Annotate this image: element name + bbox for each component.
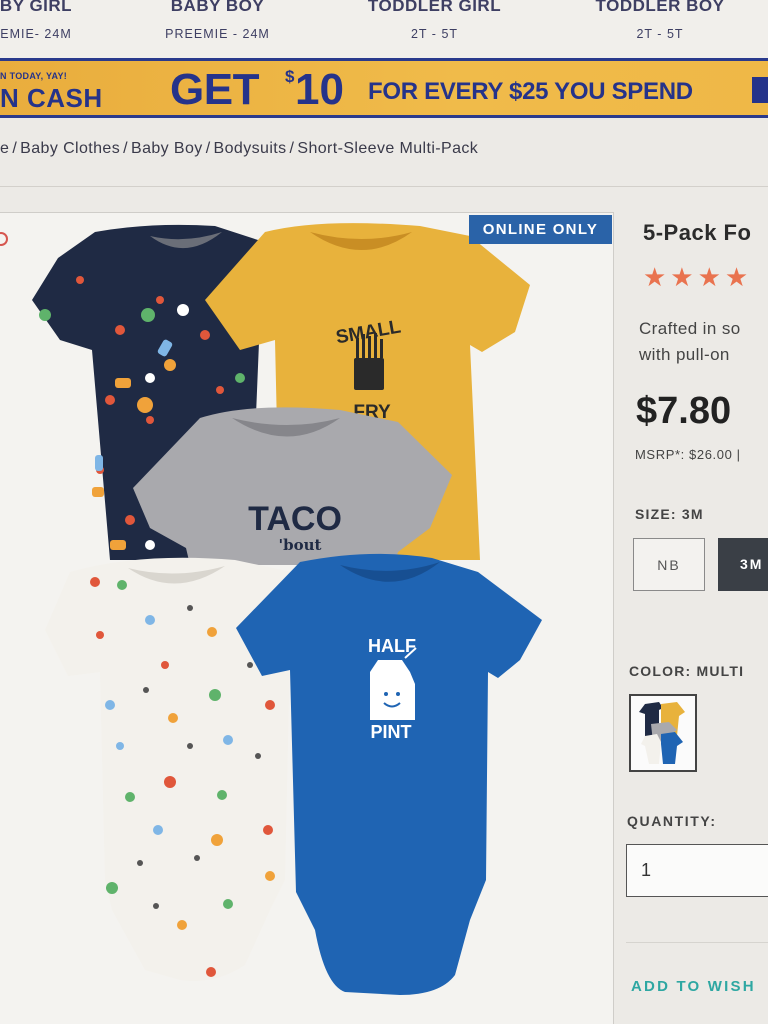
breadcrumb-separator: / [289, 140, 295, 157]
half-pint-text-bottom: PINT [370, 722, 411, 742]
breadcrumb-separator: / [123, 140, 128, 157]
promo-earn-text: N TODAY, YAY! [0, 71, 68, 81]
nav-baby-girl-sizes: EMIE- 24M [0, 27, 72, 41]
category-nav: BY GIRL EMIE- 24M BABY BOY PREEMIE - 24M… [0, 0, 768, 58]
nav-baby-boy-title: BABY BOY [170, 0, 265, 15]
breadcrumb-home[interactable]: e [0, 140, 9, 157]
product-description: Crafted in so with pull-on [639, 316, 768, 368]
promo-edge-block [752, 77, 768, 103]
breadcrumb: e / Baby Clothes / Baby Boy / Bodysuits / Short-… [0, 140, 478, 158]
promo-banner[interactable]: N TODAY, YAY! N CASH GET $ 10 FOR EVERY … [0, 58, 768, 118]
size-label: SIZE: 3M [635, 506, 704, 522]
msrp-price: MSRP*: $26.00 | [635, 447, 741, 462]
promo-get: GET [170, 65, 259, 114]
size-option-nb[interactable]: NB [633, 538, 705, 591]
breadcrumb-baby-boy[interactable]: Baby Boy [131, 140, 203, 157]
breadcrumb-bodysuits[interactable]: Bodysuits [214, 140, 287, 157]
product-description-line2: with pull-on [639, 345, 730, 364]
nav-toddler-girl-title: TODDLER GIRL [367, 0, 502, 15]
size-option-3m[interactable]: 3M [718, 538, 768, 591]
color-swatch-multi[interactable] [629, 694, 697, 772]
breadcrumb-separator: / [205, 140, 211, 157]
rating-stars[interactable]: ★★★★ [643, 262, 752, 293]
taco-text-top: TACO [248, 500, 342, 538]
nav-baby-girl-title: BY GIRL [0, 0, 73, 15]
details-divider [626, 942, 768, 943]
promo-amount: 10 [295, 65, 344, 114]
nav-baby-boy[interactable]: BABY BOY PREEMIE - 24M [150, 0, 285, 41]
promo-dollar-sign: $ [285, 67, 295, 86]
color-swatch-thumbnail [639, 702, 685, 764]
quantity-input[interactable] [626, 844, 768, 897]
half-pint-text-top: HALF [368, 636, 416, 656]
color-label: COLOR: MULTI [629, 663, 745, 679]
nav-toddler-girl-sizes: 2T - 5T [410, 27, 459, 41]
online-only-badge: ONLINE ONLY [469, 215, 612, 244]
breadcrumb-baby-clothes[interactable]: Baby Clothes [20, 140, 120, 157]
breadcrumb-current: Short-Sleeve Multi-Pack [297, 140, 479, 157]
header-divider [0, 186, 768, 187]
product-image[interactable]: SMALL FRY TACO 'bout HALF PINT [0, 214, 612, 1024]
nav-baby-boy-sizes: PREEMIE - 24M [165, 27, 270, 41]
taco-text-bottom: 'bout [279, 536, 322, 554]
product-title: 5-Pack Fo [643, 220, 752, 245]
nav-toddler-boy[interactable]: TODDLER BOY 2T - 5T [585, 0, 735, 41]
product-price: $7.80 [636, 390, 732, 432]
nav-baby-girl[interactable]: BY GIRL EMIE- 24M [0, 0, 76, 41]
nav-toddler-girl[interactable]: TODDLER GIRL 2T - 5T [357, 0, 512, 41]
nav-toddler-boy-title: TODDLER BOY [595, 0, 725, 15]
breadcrumb-separator: / [12, 140, 18, 157]
product-description-line1: Crafted in so [639, 319, 741, 338]
promo-offer-text: FOR EVERY $25 YOU SPEND [368, 78, 693, 105]
add-to-wishlist-link[interactable]: ADD TO WISH [631, 978, 756, 995]
promo-cash-text: N CASH [0, 83, 103, 113]
nav-toddler-boy-sizes: 2T - 5T [636, 27, 684, 41]
quantity-label: QUANTITY: [627, 813, 717, 829]
